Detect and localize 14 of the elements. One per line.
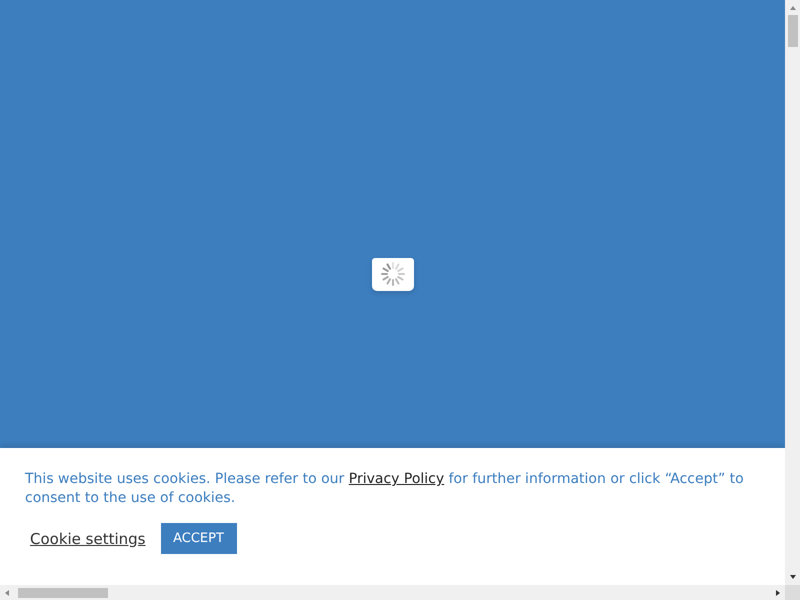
vertical-scrollbar[interactable] [785,0,800,600]
cookie-message: This website uses cookies. Please refer to our Privacy Policy for further information or click “Accept” to consent to the use of cookies. [25,470,745,508]
scroll-up-icon[interactable] [788,4,796,12]
scrollbar-thumb[interactable] [18,588,108,598]
horizontal-scrollbar[interactable] [0,585,785,600]
scroll-down-icon[interactable] [788,573,796,581]
scrollbar-thumb[interactable] [788,15,798,47]
spinner-icon [380,262,404,286]
accept-button[interactable]: ACCEPT [160,523,236,554]
scroll-right-icon[interactable] [774,588,782,596]
scrollbar-corner [785,585,800,600]
scroll-left-icon[interactable] [3,588,11,596]
cookie-settings-link[interactable]: Cookie settings [30,530,146,548]
privacy-policy-link[interactable]: Privacy Policy [348,471,444,487]
